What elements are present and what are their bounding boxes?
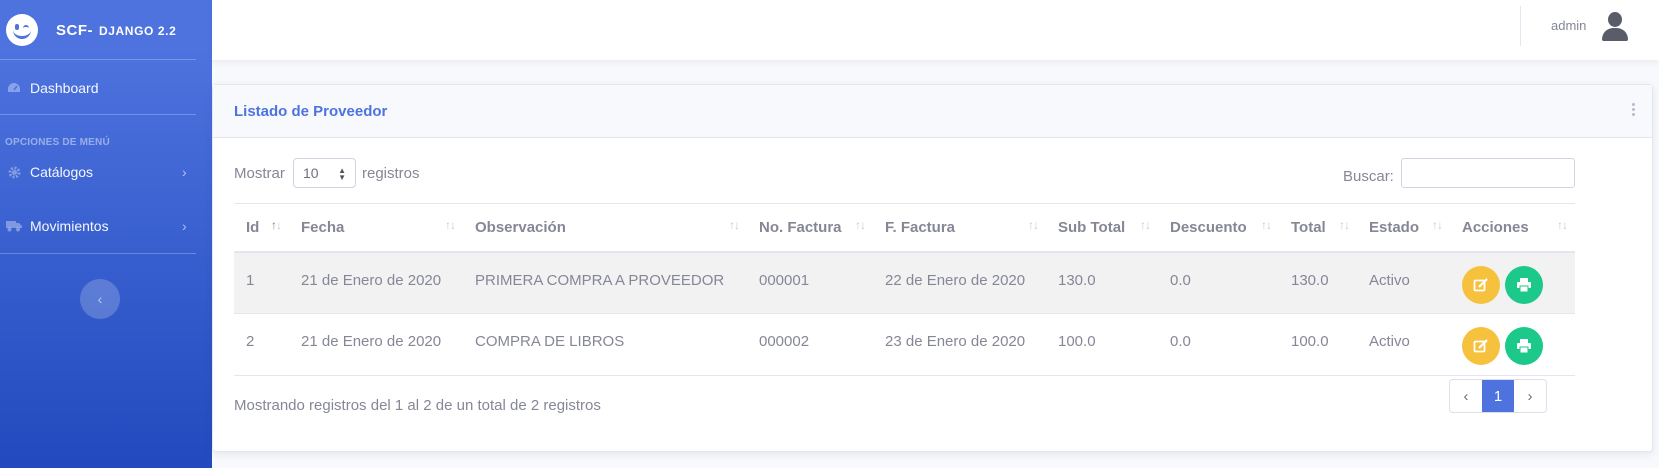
- print-icon: [1517, 339, 1532, 354]
- brand-name: SCF-: [56, 21, 93, 39]
- brand[interactable]: SCF- DJANGO 2.2: [0, 0, 212, 60]
- page-length-value: 10: [303, 165, 319, 181]
- edit-button[interactable]: [1462, 327, 1500, 365]
- pagination: ‹ 1 ›: [1449, 379, 1547, 413]
- user-icon[interactable]: [1600, 10, 1630, 42]
- column-header-descuento[interactable]: Descuento ↑↓: [1158, 204, 1279, 252]
- print-icon: [1517, 277, 1532, 292]
- sidebar-item-label: Dashboard: [30, 80, 99, 96]
- cell-acciones: [1450, 252, 1575, 314]
- ellipsis-vertical-icon[interactable]: [1632, 103, 1636, 119]
- cell-sub-total: 100.0: [1058, 333, 1096, 350]
- cell-acciones: [1450, 314, 1575, 376]
- cell-descuento: 0.0: [1170, 333, 1191, 350]
- print-button[interactable]: [1505, 327, 1544, 365]
- sort-icon: ↑↓: [855, 218, 866, 232]
- search-input[interactable]: [1401, 158, 1575, 188]
- cell-total: 130.0: [1291, 271, 1329, 289]
- page-button[interactable]: 1: [1482, 380, 1514, 412]
- card-header: Listado de Proveedor: [213, 85, 1652, 138]
- edit-icon: [1473, 339, 1488, 353]
- chevron-left-icon: ‹: [97, 291, 103, 307]
- sidebar-divider: [0, 253, 196, 254]
- cell-total: 100.0: [1291, 333, 1329, 350]
- sort-caret-icon: ▲ ▼: [338, 166, 346, 182]
- brand-text: SCF- DJANGO 2.2: [56, 22, 176, 39]
- sidebar-divider: [0, 59, 196, 60]
- sidebar-divider: [0, 114, 196, 115]
- sidebar-heading: OPCIONES DE MENÚ: [5, 137, 110, 148]
- supplier-table: Id ↑↓ Fecha ↑↓ Observación ↑↓ No. Factura ↑↓…: [234, 203, 1575, 376]
- sidebar-item-dashboard[interactable]: Dashboard: [0, 68, 212, 108]
- cell-descuento: 0.0: [1170, 271, 1191, 289]
- column-header-fecha[interactable]: Fecha ↑↓: [289, 204, 463, 252]
- sort-icon: ↑↓: [445, 218, 456, 232]
- length-label: Mostrar: [234, 165, 285, 182]
- table-header-row: Id ↑↓ Fecha ↑↓ Observación ↑↓ No. Factura ↑↓…: [234, 203, 1575, 252]
- column-header-sub-total[interactable]: Sub Total ↑↓: [1046, 204, 1158, 252]
- sort-icon: ↑↓: [271, 218, 282, 232]
- column-header-id[interactable]: Id ↑↓: [234, 204, 289, 252]
- cell-estado: Activo: [1369, 333, 1410, 350]
- brand-sub: DJANGO 2.2: [99, 23, 177, 38]
- column-header-estado[interactable]: Estado ↑↓: [1357, 204, 1450, 252]
- edit-button[interactable]: [1462, 265, 1500, 304]
- topbar-divider: [1520, 6, 1521, 46]
- sidebar: SCF- DJANGO 2.2 Dashboard OPCIONES DE ME…: [0, 0, 212, 468]
- edit-icon: [1473, 277, 1488, 291]
- sort-icon: ↑↓: [1028, 218, 1039, 232]
- cell-observacion: COMPRA DE LIBROS: [475, 333, 625, 350]
- table-info: Mostrando registros del 1 al 2 de un tot…: [234, 397, 601, 414]
- sort-icon: ↑↓: [1432, 218, 1443, 232]
- cell-fecha: 21 de Enero de 2020: [301, 333, 442, 350]
- sidebar-item-label: Catálogos: [30, 164, 94, 180]
- next-page-button[interactable]: ›: [1514, 380, 1546, 412]
- search-label: Buscar:: [1343, 168, 1394, 185]
- page-length-select[interactable]: 10 ▲ ▼: [293, 158, 356, 188]
- cell-estado: Activo: [1369, 271, 1410, 289]
- topbar: admin: [212, 0, 1659, 60]
- truck-icon: [6, 219, 22, 233]
- cell-no-factura: 000002: [759, 333, 810, 350]
- table-row: 2 21 de Enero de 2020 COMPRA DE LIBROS 0…: [234, 314, 1575, 376]
- supplier-list-card: Listado de Proveedor Mostrar 10 ▲ ▼ regis…: [212, 84, 1653, 452]
- table-row: 1 21 de Enero de 2020 PRIMERA COMPRA A P…: [234, 251, 1575, 314]
- sort-icon: ↑↓: [1557, 218, 1568, 232]
- cell-id: 2: [246, 333, 255, 350]
- cell-sub-total: 130.0: [1058, 271, 1096, 289]
- cell-id: 1: [246, 271, 255, 289]
- sidebar-toggle-button[interactable]: ‹: [80, 279, 120, 319]
- cell-fecha: 21 de Enero de 2020: [301, 271, 442, 289]
- sort-icon: ↑↓: [1261, 218, 1272, 232]
- sort-icon: ↑↓: [1339, 218, 1350, 232]
- laugh-wink-icon: [6, 14, 38, 46]
- cog-icon: [6, 165, 22, 179]
- cell-f-factura: 22 de Enero de 2020: [885, 271, 1026, 289]
- print-button[interactable]: [1505, 265, 1544, 304]
- tachometer-icon: [6, 81, 22, 95]
- cell-f-factura: 23 de Enero de 2020: [885, 333, 1026, 350]
- card-title: Listado de Proveedor: [234, 103, 388, 120]
- cell-no-factura: 000001: [759, 271, 810, 289]
- sort-icon: ↑↓: [729, 218, 740, 232]
- chevron-right-icon: ›: [182, 164, 187, 180]
- cell-observacion: PRIMERA COMPRA A PROVEEDOR: [475, 271, 725, 289]
- sort-icon: ↑↓: [1140, 218, 1151, 232]
- chevron-right-icon: ›: [182, 218, 187, 234]
- records-label: registros: [362, 165, 420, 182]
- username[interactable]: admin: [1551, 18, 1586, 33]
- column-header-observacion[interactable]: Observación ↑↓: [463, 204, 747, 252]
- column-header-no-factura[interactable]: No. Factura ↑↓: [747, 204, 873, 252]
- column-header-acciones[interactable]: Acciones ↑↓: [1450, 204, 1575, 252]
- sidebar-item-label: Movimientos: [30, 218, 109, 234]
- previous-page-button[interactable]: ‹: [1450, 380, 1482, 412]
- column-header-f-factura[interactable]: F. Factura ↑↓: [873, 204, 1046, 252]
- sidebar-item-movimientos[interactable]: Movimientos ›: [0, 206, 212, 246]
- sidebar-item-catalogos[interactable]: Catálogos ›: [0, 152, 212, 192]
- column-header-total[interactable]: Total ↑↓: [1279, 204, 1357, 252]
